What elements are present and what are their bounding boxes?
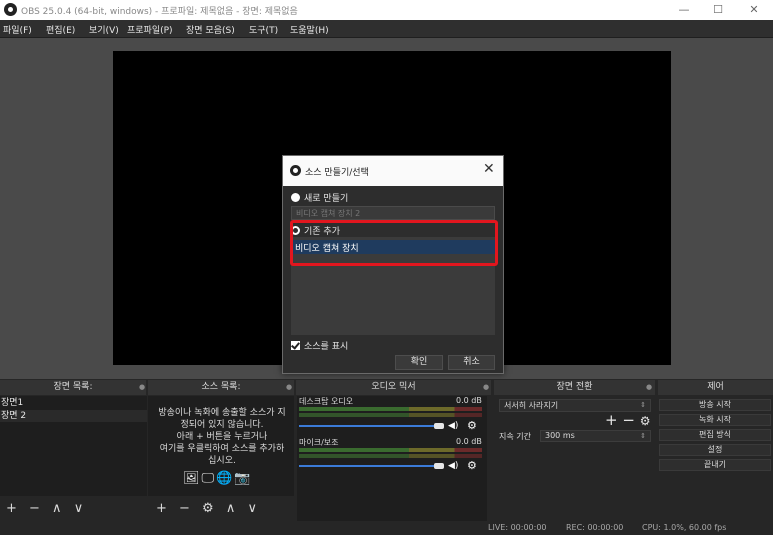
hint-line: 십시오. xyxy=(208,456,236,466)
source-type-icons: 🖼 🖵 🌐 📷 xyxy=(183,471,263,487)
window-title: OBS 25.0.4 (64-bit, windows) - 프로파일: 제목없… xyxy=(21,7,298,17)
scene-toolbar[interactable]: + − ∧ ∨ xyxy=(6,501,87,516)
controls-title: 제어 xyxy=(658,380,773,395)
menu-profile[interactable]: 프로파일(P) xyxy=(127,23,173,36)
status-bar: LIVE: 00:00:00 REC: 00:00:00 CPU: 1.0%, … xyxy=(0,521,773,535)
minimize-button[interactable]: — xyxy=(672,2,696,18)
checkbox-icon xyxy=(291,341,300,350)
menu-tools[interactable]: 도구(T) xyxy=(249,23,278,36)
dock-float-icon[interactable]: ● xyxy=(286,383,292,391)
audio-meter xyxy=(299,407,482,411)
channel-name: 데스크탑 오디오 xyxy=(299,397,354,406)
menu-bar: 파일(F) 편집(E) 보기(V) 프로파일(P) 장면 모음(S) 도구(T)… xyxy=(0,20,773,38)
audio-meter xyxy=(299,413,482,417)
menu-edit[interactable]: 편집(E) xyxy=(46,23,75,36)
volume-knob[interactable] xyxy=(434,423,444,429)
audio-meter xyxy=(299,448,482,452)
make-visible-label: 소스를 표시 xyxy=(304,342,349,352)
source-toolbar[interactable]: + − ⚙ ∧ ∨ xyxy=(156,501,261,516)
menu-file[interactable]: 파일(F) xyxy=(3,23,32,36)
create-new-label: 새로 만들기 xyxy=(304,194,349,204)
sources-title: 소스 목록: xyxy=(148,380,294,395)
hint-line: 아래 + 버튼을 누르거나 xyxy=(176,432,268,442)
ok-button[interactable]: 확인 xyxy=(395,355,443,370)
exit-button[interactable]: 끝내기 xyxy=(659,459,771,471)
radio-icon xyxy=(291,193,300,202)
duration-label: 지속 기간 xyxy=(499,432,531,441)
scene-item[interactable]: 장면 2 xyxy=(0,410,147,422)
transitions-title: 장면 전환 xyxy=(494,380,655,395)
scenes-dock: 장면 목록: ● 장면1 장면 2 + − ∧ ∨ xyxy=(0,379,148,521)
volume-knob[interactable] xyxy=(434,463,444,469)
dialog-close-button[interactable]: ✕ xyxy=(483,161,495,177)
camera-icon: 📷 xyxy=(234,471,251,486)
dock-float-icon[interactable]: ● xyxy=(139,383,145,391)
scenes-title: 장면 목록: xyxy=(0,380,146,395)
source-name-input[interactable] xyxy=(291,206,495,220)
start-recording-button[interactable]: 녹화 시작 xyxy=(659,414,771,426)
chevron-updown-icon: ⇕ xyxy=(640,432,646,440)
duration-input[interactable]: 300 ms ⇕ xyxy=(540,430,651,442)
image-icon: 🖼 xyxy=(183,471,200,486)
maximize-button[interactable]: ☐ xyxy=(706,2,730,18)
hint-line: 정되어 있지 않습니다. xyxy=(180,420,264,430)
obs-logo-icon xyxy=(290,165,301,176)
hint-line: 여기를 우클릭하여 소스를 추가하 xyxy=(159,444,285,454)
gear-icon[interactable]: ⚙ xyxy=(467,459,477,472)
dock-float-icon[interactable]: ● xyxy=(483,383,489,391)
start-streaming-button[interactable]: 방송 시작 xyxy=(659,399,771,411)
title-bar: OBS 25.0.4 (64-bit, windows) - 프로파일: 제목없… xyxy=(0,0,773,20)
hint-line: 방송이나 녹화에 송출할 소스가 지 xyxy=(158,408,286,418)
make-visible-checkbox[interactable]: 소스를 표시 xyxy=(291,339,348,352)
dialog-title: 소스 만들기/선택 xyxy=(305,168,369,178)
cpu-status: CPU: 1.0%, 60.00 fps xyxy=(642,523,727,532)
gear-icon[interactable]: ⚙ xyxy=(467,419,477,432)
menu-help[interactable]: 도움말(H) xyxy=(290,23,329,36)
menu-view[interactable]: 보기(V) xyxy=(89,23,119,36)
dock-float-icon[interactable]: ● xyxy=(646,383,652,391)
menu-scene-collection[interactable]: 장면 모음(S) xyxy=(186,23,235,36)
audio-meter xyxy=(299,454,482,458)
scene-item[interactable]: 장면1 xyxy=(0,397,147,409)
gear-icon[interactable]: ⚙ xyxy=(640,414,651,428)
create-new-radio[interactable]: 새로 만들기 xyxy=(291,191,349,204)
studio-mode-button[interactable]: 편집 방식 xyxy=(659,429,771,441)
chevron-updown-icon: ⇕ xyxy=(640,401,646,409)
scene-list[interactable]: 장면1 장면 2 xyxy=(0,396,147,496)
browser-icon: 🌐 xyxy=(216,471,233,486)
speaker-icon[interactable]: ◀) xyxy=(448,461,458,471)
create-select-source-dialog: 소스 만들기/선택 ✕ 새로 만들기 기존 추가 비디오 캡쳐 장치 소스를 표… xyxy=(282,155,504,374)
volume-slider[interactable] xyxy=(299,465,434,467)
cancel-button[interactable]: 취소 xyxy=(448,355,495,370)
volume-slider[interactable] xyxy=(299,425,434,427)
channel-db: 0.0 dB xyxy=(456,396,482,405)
close-button[interactable]: ✕ xyxy=(742,2,766,18)
settings-button[interactable]: 설정 xyxy=(659,444,771,456)
speaker-icon[interactable]: ◀) xyxy=(448,421,458,431)
rec-time: REC: 00:00:00 xyxy=(566,523,624,532)
sources-empty-hint: 방송이나 녹화에 송출할 소스가 지 정되어 있지 않습니다. 아래 + 버튼을… xyxy=(150,407,294,467)
display-capture-icon: 🖵 xyxy=(201,471,215,486)
docks-area: 장면 목록: ● 장면1 장면 2 + − ∧ ∨ 소스 목록: ● + − ⚙… xyxy=(0,379,773,521)
channel-name: 마이크/보조 xyxy=(299,438,339,447)
mixer-title: 오디오 믹서 xyxy=(296,380,491,395)
dialog-header: 소스 만들기/선택 ✕ xyxy=(283,156,503,186)
transition-selected-value: 서서히 사라지기 xyxy=(504,401,559,410)
obs-logo-icon xyxy=(4,3,17,16)
duration-value: 300 ms xyxy=(545,431,575,440)
highlight-box xyxy=(290,220,498,266)
add-remove-buttons[interactable]: + − xyxy=(605,411,635,429)
transition-add-remove[interactable]: + − ⚙ xyxy=(605,411,650,429)
channel-db: 0.0 dB xyxy=(456,437,482,446)
live-time: LIVE: 00:00:00 xyxy=(488,523,547,532)
